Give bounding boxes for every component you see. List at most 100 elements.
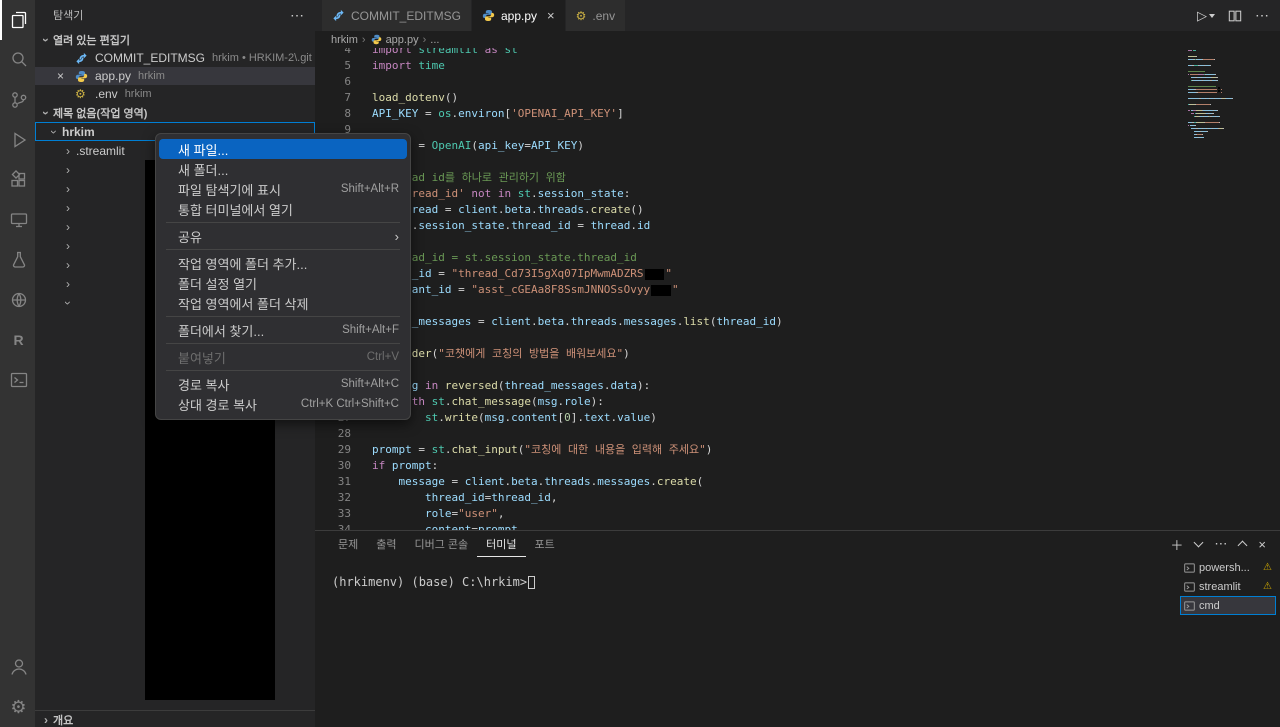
source-control-icon[interactable]: [0, 80, 35, 120]
r-lang-icon[interactable]: R: [0, 320, 35, 360]
settings-icon[interactable]: ⚙: [0, 687, 35, 727]
menu-item-label: 상대 경로 복사: [178, 395, 283, 414]
panel-tab-디버그 콘솔[interactable]: 디버그 콘솔: [406, 531, 478, 557]
code-line: 11: [315, 154, 1190, 170]
menu-separator: [166, 343, 400, 344]
close-panel-button[interactable]: ×: [1258, 537, 1266, 552]
panel-tab-터미널[interactable]: 터미널: [477, 531, 525, 557]
menu-item-copy-path[interactable]: 경로 복사Shift+Alt+C: [159, 374, 407, 394]
outline-section-header[interactable]: › 개요: [35, 710, 315, 727]
testing-icon[interactable]: [0, 240, 35, 280]
chevron-down-icon: ›: [47, 125, 61, 139]
menu-item-copy-relative-path[interactable]: 상대 경로 복사Ctrl+K Ctrl+Shift+C: [159, 394, 407, 414]
menu-item-label: 경로 복사: [178, 375, 323, 394]
run-button[interactable]: ▷: [1197, 8, 1215, 24]
open-editor-item-.env[interactable]: ⚙.envhrkim: [35, 85, 315, 103]
breadcrumb[interactable]: hrkim›app.py›...: [315, 31, 1280, 48]
chevron-down-icon: ›: [39, 33, 53, 47]
menu-item-new-file[interactable]: 새 파일...: [159, 139, 407, 159]
menu-item-new-folder[interactable]: 새 폴더...: [159, 159, 407, 179]
terminal-prompt[interactable]: (hrkimenv) (base) C:\hrkim>: [332, 575, 535, 589]
breadcrumb-item[interactable]: hrkim: [331, 34, 358, 46]
line-number: 34: [315, 522, 351, 530]
panel-tab-문제[interactable]: 문제: [329, 531, 367, 557]
file-name: app.py: [95, 69, 131, 83]
panel-tab-포트[interactable]: 포트: [526, 531, 564, 557]
code-line: 13if 'thread_id' not in st.session_state…: [315, 186, 1190, 202]
code-lines: 4import streamlit as st5import time67loa…: [315, 42, 1190, 530]
menu-item-share[interactable]: 공유›: [159, 226, 407, 246]
python-icon: [371, 34, 382, 45]
menu-item-reveal-in-explorer[interactable]: 파일 탐색기에 표시Shift+Alt+R: [159, 179, 407, 199]
new-terminal-button[interactable]: ＋: [1170, 535, 1183, 554]
close-icon[interactable]: ×: [547, 8, 555, 23]
chevron-up-icon: [1238, 541, 1248, 551]
menu-item-label: 파일 탐색기에 표시: [178, 180, 323, 199]
terminal-icon: [1184, 601, 1195, 611]
code-line: 34 content=prompt: [315, 522, 1190, 530]
code-line: 23st.header("코챗에게 코칭의 방법을 배워보세요"): [315, 346, 1190, 362]
panel-more-actions-icon[interactable]: ⋯: [1214, 536, 1227, 552]
panel-tab-출력[interactable]: 출력: [367, 531, 405, 557]
menu-item-find-in-folder[interactable]: 폴더에서 찾기...Shift+Alt+F: [159, 320, 407, 340]
search-icon[interactable]: [0, 40, 35, 80]
menu-item-open-in-terminal[interactable]: 통합 터미널에서 열기: [159, 199, 407, 219]
tab-.env[interactable]: ⚙.env: [566, 0, 626, 31]
account-icon[interactable]: [0, 647, 35, 687]
menu-separator: [166, 316, 400, 317]
terminal-list-item-powersh...[interactable]: powersh...⚠: [1180, 558, 1276, 577]
open-editor-item-app.py[interactable]: ×app.pyhrkim: [35, 67, 315, 85]
code-line: 29prompt = st.chat_input("코칭에 대한 내용을 입력해…: [315, 442, 1190, 458]
remote-explorer-icon[interactable]: [0, 200, 35, 240]
editor-more-actions-icon[interactable]: ⋯: [1255, 7, 1270, 24]
code-line: 18thread_id = "thread_Cd73I5gXq07IpMwmAD…: [315, 266, 1190, 282]
maximize-panel-button[interactable]: [1239, 539, 1246, 549]
menu-item-label: 작업 영역에서 폴더 삭제: [178, 294, 399, 313]
line-number: 30: [315, 458, 351, 474]
tab-COMMIT_EDITMSG[interactable]: COMMIT_EDITMSG: [322, 0, 472, 31]
code-line: 9: [315, 122, 1190, 138]
extensions-icon[interactable]: [0, 160, 35, 200]
terminal-list-item-streamlit[interactable]: streamlit⚠: [1180, 577, 1276, 596]
git-compare-icon: [75, 52, 90, 65]
workspace-section-header[interactable]: › 제목 없음(작업 영역): [35, 103, 315, 122]
menu-separator: [166, 249, 400, 250]
menu-item-label: 작업 영역에 폴더 추가...: [178, 254, 399, 273]
close-icon[interactable]: ×: [57, 67, 64, 85]
open-editors-label: 열려 있는 편집기: [53, 32, 130, 48]
chevron-right-icon: ›: [61, 182, 75, 196]
terminal-dropdown-button[interactable]: [1195, 539, 1202, 549]
code-viewport[interactable]: 4import streamlit as st5import time67loa…: [315, 31, 1280, 530]
split-editor-icon: [1228, 9, 1242, 23]
gear-icon: ⚙: [576, 10, 587, 22]
code-line: 25for msg in reversed(thread_messages.da…: [315, 378, 1190, 394]
file-name: .env: [95, 87, 118, 101]
redacted-text: [645, 269, 665, 280]
open-editor-item-COMMIT_EDITMSG[interactable]: COMMIT_EDITMSGhrkim • HRKIM-2\.git: [35, 49, 315, 67]
docker-icon[interactable]: [0, 280, 35, 320]
code-line: 19assistant_id = "asst_cGEAa8F8SsmJNNOSs…: [315, 282, 1190, 298]
tab-app.py[interactable]: app.py×: [472, 0, 566, 31]
sidebar-more-actions-icon[interactable]: ⋯: [290, 7, 305, 24]
terminal-list-item-cmd[interactable]: cmd: [1180, 596, 1276, 615]
open-editors-section-header[interactable]: › 열려 있는 편집기: [35, 30, 315, 49]
code-line: 14 thread = client.beta.threads.create(): [315, 202, 1190, 218]
terminal-icon[interactable]: [0, 360, 35, 400]
menu-item-open-folder-settings[interactable]: 폴더 설정 열기: [159, 273, 407, 293]
files-icon[interactable]: [0, 0, 35, 40]
breadcrumb-item[interactable]: ...: [430, 34, 439, 46]
menu-item-label: 공유: [178, 227, 377, 246]
code-line: 30if prompt:: [315, 458, 1190, 474]
menu-item-add-folder-to-workspace[interactable]: 작업 영역에 폴더 추가...: [159, 253, 407, 273]
editor-group: COMMIT_EDITMSGapp.py×⚙.env ▷ ⋯ hrkim›app…: [315, 0, 1280, 530]
workspace-label: 제목 없음(작업 영역): [53, 105, 147, 121]
menu-item-remove-folder-from-workspace[interactable]: 작업 영역에서 폴더 삭제: [159, 293, 407, 313]
run-debug-icon[interactable]: [0, 120, 35, 160]
menu-item-label: 붙여넣기: [178, 348, 349, 367]
breadcrumb-item[interactable]: app.py: [370, 33, 419, 46]
code-line: 33 role="user",: [315, 506, 1190, 522]
tree-item-label: .streamlit: [76, 144, 125, 158]
split-editor-button[interactable]: [1228, 9, 1242, 23]
activity-bar: R ⚙: [0, 0, 35, 727]
minimap[interactable]: [1188, 45, 1246, 138]
